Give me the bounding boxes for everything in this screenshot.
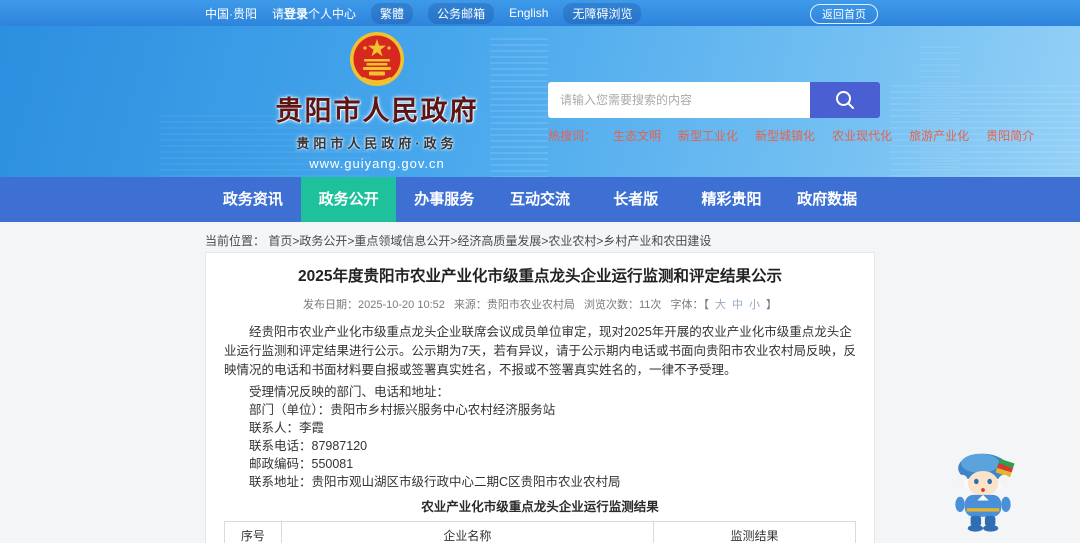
search-icon: [836, 91, 854, 109]
paragraph: 联系地址：贵阳市观山湖区市级行政中心二期C区贵阳市农业农村局: [249, 475, 621, 489]
paragraph: 邮政编码：550081: [249, 457, 354, 471]
skyline-decoration: [920, 46, 960, 177]
main-nav: 政务资讯 政务公开 办事服务 互动交流 长者版 精彩贵阳 政府数据: [0, 177, 1080, 222]
font-size-label: 字体：【: [670, 299, 709, 311]
nav-item-news[interactable]: 政务资讯: [205, 177, 301, 222]
mascot-assistant[interactable]: [944, 449, 1022, 533]
article-body: 经贵阳市农业产业化市级重点龙头企业联席会议成员单位审定，现对2025年开展的农业…: [224, 323, 856, 491]
font-size-large-button[interactable]: 大: [715, 299, 726, 311]
nav-item-services[interactable]: 办事服务: [396, 177, 492, 222]
header-result: 监测结果: [653, 521, 856, 543]
hot-link-ecology[interactable]: 生态文明: [613, 127, 661, 144]
breadcrumb-label: 当前位置：: [205, 234, 266, 248]
paragraph: 联系人：李霞: [249, 421, 325, 435]
nav-item-gov-data[interactable]: 政府数据: [779, 177, 875, 222]
header-company-name: 企业名称: [280, 521, 655, 543]
site-subtitle: 贵阳市人民政府·政务: [296, 136, 458, 151]
monitoring-results-table: 序号 企业名称 监测结果 1 贵州合力超市采购有限公司 合格 2 贵州友禾种业有…: [224, 521, 856, 543]
hot-link-agriculture[interactable]: 农业现代化: [832, 127, 892, 144]
login-prefix: 请: [272, 6, 285, 21]
paragraph: 联系电话：87987120: [249, 439, 368, 453]
hot-search-row: 热搜词： 生态文明 新型工业化 新型城镇化 农业现代化 旅游产业化 贵阳简介: [548, 127, 1034, 144]
paragraph: 部门（单位）：贵阳市乡村振兴服务中心农村经济服务站: [249, 403, 556, 417]
login-bold: 登录: [284, 6, 309, 21]
font-size-small-button[interactable]: 小: [749, 299, 760, 311]
site-logo[interactable]: 贵阳市人民政府 贵阳市人民政府·政务 www.guiyang.gov.cn: [212, 31, 542, 171]
publish-date: 发布日期：2025-10-20 10:52: [303, 299, 445, 311]
top-bar-links: 中国·贵阳 请登录个人中心 繁體 公务邮箱 English 无障碍浏览: [205, 2, 642, 24]
article-card: 2025年度贵阳市农业产业化市级重点龙头企业运行监测和评定结果公示 发布日期：2…: [205, 252, 875, 543]
hot-link-guiyang-intro[interactable]: 贵阳简介: [986, 127, 1034, 144]
hot-search-label: 热搜词：: [548, 129, 597, 143]
hot-link-tourism[interactable]: 旅游产业化: [909, 127, 969, 144]
font-size-medium-button[interactable]: 中: [732, 299, 743, 311]
top-bar: 中国·贵阳 请登录个人中心 繁體 公务邮箱 English 无障碍浏览 返回首页: [0, 0, 1080, 26]
hot-link-industry[interactable]: 新型工业化: [678, 127, 738, 144]
header-banner: 贵阳市人民政府 贵阳市人民政府·政务 www.guiyang.gov.cn 热搜…: [0, 26, 1080, 177]
article-meta: 发布日期：2025-10-20 10:52 来源：贵阳市农业农村局 浏览次数：1…: [224, 296, 856, 312]
top-link-official-mail[interactable]: 公务邮箱: [428, 2, 495, 24]
nav-item-gov-disclosure[interactable]: 政务公开: [300, 177, 397, 222]
top-link-accessibility[interactable]: 无障碍浏览: [563, 2, 642, 24]
site-title: 贵阳市人民政府: [275, 96, 479, 126]
paragraph: 受理情况反映的部门、电话和地址：: [249, 385, 450, 399]
national-emblem-icon: [350, 32, 404, 86]
nav-item-senior-version[interactable]: 长者版: [588, 177, 684, 222]
breadcrumb: 当前位置： 首页>政务公开>重点领域信息公开>经济高质量发展>农业农村>乡村产业…: [205, 232, 1080, 249]
breadcrumb-path[interactable]: 首页>政务公开>重点领域信息公开>经济高质量发展>农业农村>乡村产业和农田建设: [268, 234, 711, 248]
return-home-button[interactable]: 返回首页: [810, 4, 878, 24]
article-source: 来源：贵阳市农业农村局: [453, 299, 575, 311]
login-suffix: 个人中心: [308, 6, 357, 21]
top-link-login[interactable]: 请登录个人中心: [272, 5, 356, 22]
site-url: www.guiyang.gov.cn: [309, 156, 445, 171]
search-area: 热搜词： 生态文明 新型工业化 新型城镇化 农业现代化 旅游产业化 贵阳简介: [548, 82, 1034, 144]
top-link-english[interactable]: English: [509, 6, 548, 20]
nav-item-interaction[interactable]: 互动交流: [492, 177, 588, 222]
top-link-traditional-chinese[interactable]: 繁體: [371, 2, 414, 24]
font-size-label-close: 】: [765, 299, 777, 311]
paragraph: 经贵阳市农业产业化市级重点龙头企业联席会议成员单位审定，现对2025年开展的农业…: [224, 325, 856, 377]
header-serial: 序号: [224, 521, 282, 543]
table-caption: 农业产业化市级重点龙头企业运行监测结果: [421, 500, 659, 514]
top-link-china-guiyang[interactable]: 中国·贵阳: [205, 5, 257, 22]
search-input[interactable]: [548, 82, 810, 118]
nav-item-wonderful-guiyang[interactable]: 精彩贵阳: [684, 177, 780, 222]
view-count: 浏览次数：11次: [584, 299, 662, 311]
article-title: 2025年度贵阳市农业产业化市级重点龙头企业运行监测和评定结果公示: [298, 268, 782, 285]
table-header-row: 序号 企业名称 监测结果: [224, 521, 856, 543]
hot-link-urbanization[interactable]: 新型城镇化: [755, 127, 815, 144]
search-button[interactable]: [810, 82, 880, 118]
